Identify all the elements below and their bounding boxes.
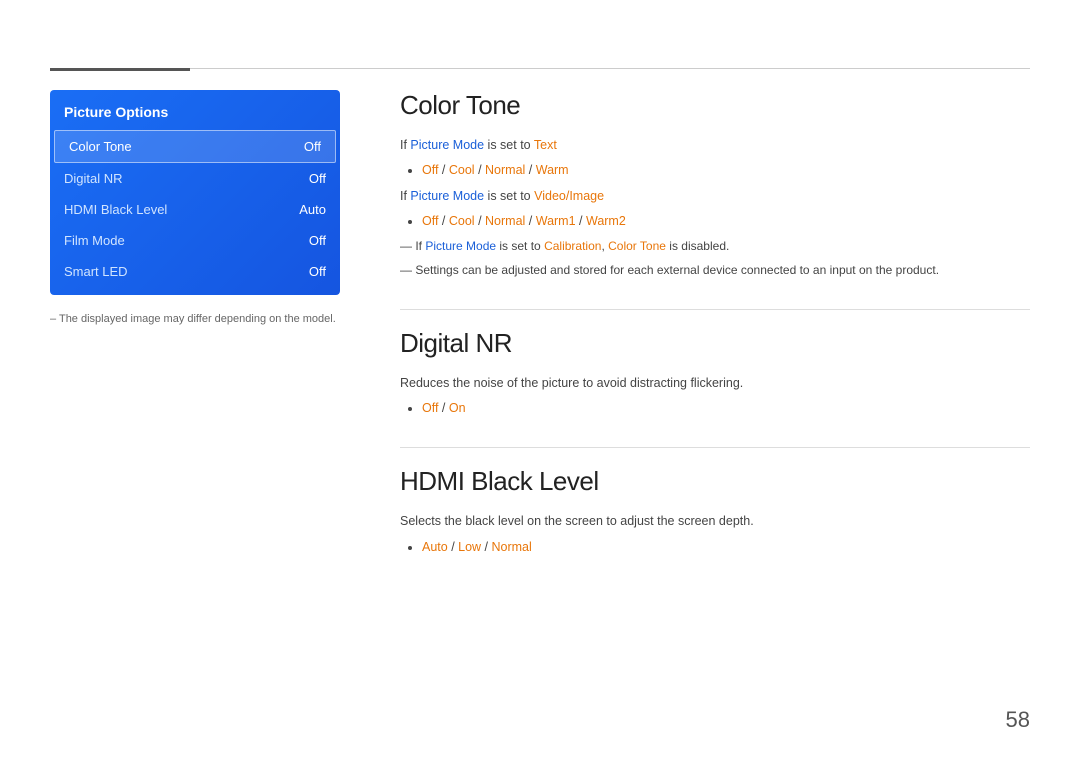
section-digital-nr: Digital NR Reduces the noise of the pictu… — [400, 328, 1030, 449]
bullet-list: Off / Cool / Normal / Warm1 / Warm2 — [422, 211, 1030, 232]
section-divider — [400, 309, 1030, 310]
paragraph: Reduces the noise of the picture to avoi… — [400, 373, 1030, 394]
menu-title: Picture Options — [50, 98, 340, 130]
menu-item-value: Off — [304, 139, 321, 154]
paragraph: If Picture Mode is set to Text — [400, 135, 1030, 156]
menu-item-digital-nr[interactable]: Digital NR Off — [50, 163, 340, 194]
section-body-hdmi-black-level: Selects the black level on the screen to… — [400, 511, 1030, 558]
bullet-list: Off / On — [422, 398, 1030, 419]
section-hdmi-black-level: HDMI Black Level Selects the black level … — [400, 466, 1030, 558]
bullet-item: Auto / Low / Normal — [422, 537, 1030, 558]
menu-item-label: Color Tone — [69, 139, 132, 154]
section-color-tone: Color Tone If Picture Mode is set to Text… — [400, 90, 1030, 310]
paragraph: If Picture Mode is set to Video/Image — [400, 186, 1030, 207]
menu-item-label: Film Mode — [64, 233, 125, 248]
page-number: 58 — [1006, 707, 1030, 733]
indent-note: ― Settings can be adjusted and stored fo… — [400, 260, 1030, 280]
panel-note: – The displayed image may differ dependi… — [50, 313, 340, 325]
section-divider — [400, 447, 1030, 448]
menu-box: Picture Options Color Tone Off Digital NR O… — [50, 90, 340, 295]
menu-item-film-mode[interactable]: Film Mode Off — [50, 225, 340, 256]
left-panel: Picture Options Color Tone Off Digital NR O… — [50, 90, 340, 325]
section-body-digital-nr: Reduces the noise of the picture to avoi… — [400, 373, 1030, 420]
menu-item-value: Off — [309, 233, 326, 248]
paragraph: Selects the black level on the screen to… — [400, 511, 1030, 532]
bullet-item: Off / Cool / Normal / Warm1 / Warm2 — [422, 211, 1030, 232]
indent-note: ― If Picture Mode is set to Calibration,… — [400, 236, 1030, 256]
menu-item-label: Smart LED — [64, 264, 128, 279]
bullet-item: Off / On — [422, 398, 1030, 419]
right-content: Color Tone If Picture Mode is set to Text… — [400, 90, 1030, 586]
section-body-color-tone: If Picture Mode is set to Text Off / Cool… — [400, 135, 1030, 281]
section-title-hdmi-black-level: HDMI Black Level — [400, 466, 1030, 497]
bullet-item: Off / Cool / Normal / Warm — [422, 160, 1030, 181]
menu-item-value: Off — [309, 171, 326, 186]
menu-item-color-tone[interactable]: Color Tone Off — [54, 130, 336, 163]
menu-item-label: Digital NR — [64, 171, 123, 186]
menu-item-value: Off — [309, 264, 326, 279]
menu-item-smart-led[interactable]: Smart LED Off — [50, 256, 340, 287]
bullet-list: Auto / Low / Normal — [422, 537, 1030, 558]
menu-item-label: HDMI Black Level — [64, 202, 167, 217]
section-title-color-tone: Color Tone — [400, 90, 1030, 121]
section-title-digital-nr: Digital NR — [400, 328, 1030, 359]
bullet-list: Off / Cool / Normal / Warm — [422, 160, 1030, 181]
menu-item-hdmi-black-level[interactable]: HDMI Black Level Auto — [50, 194, 340, 225]
top-short-line — [50, 68, 190, 71]
menu-item-value: Auto — [299, 202, 326, 217]
top-full-line — [50, 68, 1030, 69]
